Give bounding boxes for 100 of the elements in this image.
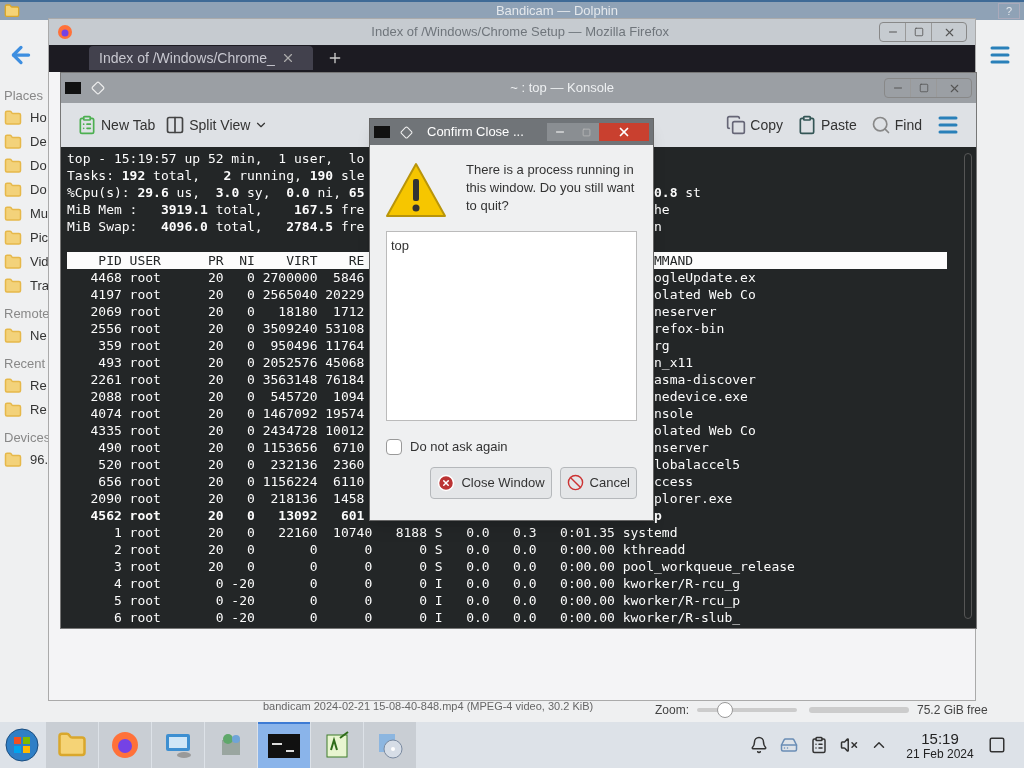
terminal-text: MiB Swap: 4096.0 total, 2784.5 fre [67,218,365,235]
sidebar-section-header: Places [4,87,45,105]
folder-icon [4,205,22,223]
terminal-text: olated Web Co [654,422,756,439]
pin-icon[interactable] [400,125,413,139]
terminal-text: nedevice.exe [654,388,748,405]
toolbar-button[interactable]: Paste [796,114,857,136]
list-item[interactable]: top [391,236,632,256]
window-title: Index of /Windows/Chrome Setup — Mozilla Firefox [371,23,669,42]
notification-bell-icon[interactable] [750,736,768,754]
terminal-text: p [654,507,662,524]
sidebar-item[interactable]: Re [30,400,47,420]
sidebar-item[interactable]: Ho [30,108,47,128]
terminal-text: 3 root 20 0 0 0 0 S 0.0 0.0 0:00.00 pool_workqueue_release [112,558,795,575]
sidebar-section-header: Remote [4,305,48,323]
terminal-text: ccess [654,473,694,490]
new-tab-icon [77,115,97,135]
maximize-icon[interactable] [913,27,924,37]
sidebar-item[interactable]: Ne [30,326,47,346]
copy-icon [726,115,747,135]
toolbar-button[interactable]: New Tab [77,114,156,136]
terminal-text: plorer.exe [654,490,733,507]
new-tab-icon[interactable] [327,50,343,66]
terminal-text: nserver [654,439,709,456]
terminal-text: rg [654,337,670,354]
checkbox[interactable] [386,438,402,455]
minimize-button[interactable] [547,123,573,141]
free-space-text: 75.2 GiB free [917,702,988,718]
toolbar-button[interactable]: Find [870,114,922,136]
folder-icon [4,3,20,19]
browser-icon [57,24,73,40]
browser-tab[interactable]: Index of /Windows/Chrome_ [89,46,313,70]
folder-icon [4,277,22,295]
column-headers: MMAND [654,252,694,269]
close-icon [437,473,456,492]
start-menu-icon[interactable] [4,727,40,763]
taskbar-app-button[interactable] [258,722,310,768]
sidebar-item[interactable]: Tra [30,276,50,296]
terminal-text: 490 root 20 0 1153656 6710 [97,439,365,456]
terminal-text: MiB Mem : 3919.1 total, 167.5 fre [67,201,365,218]
sidebar-item[interactable]: Do [30,156,47,176]
toolbar-button[interactable]: Split View [165,114,269,136]
window-title: Bandicam — Dolphin [495,2,618,21]
sidebar-item[interactable]: Vid [30,252,49,272]
zoom-label: Zoom: [655,702,689,718]
close-icon [617,125,631,139]
sidebar-item[interactable]: Mu [30,204,49,224]
pin-icon[interactable] [91,81,105,95]
terminal-text: ogleUpdate.ex [654,269,756,286]
dialog-message: There is a process running in this window. Do you still want to quit? [466,161,636,215]
folder-icon [4,327,22,345]
tab-title: Index of /Windows/Chrome_ [99,50,275,66]
terminal-text: 2556 root 20 0 3509240 53108 [89,320,365,337]
folder-icon [4,451,22,469]
sidebar-section-header: Devices [4,429,48,447]
cancel-icon [566,474,584,491]
sidebar-item[interactable]: Do [30,180,47,200]
terminal-text: top - 15:19:57 up 52 min, 1 user, lo [67,150,365,167]
split-view-icon [165,115,186,135]
terminal-text: lobalaccel5 [654,456,741,473]
terminal-text: he [654,201,670,218]
terminal-text: 4 root 0 -20 0 0 0 I 0.0 0.0 0:00.00 kworker/R-rcu_g [112,575,741,592]
zoom-slider[interactable] [697,702,797,718]
toolbar-button[interactable]: Copy [726,114,783,136]
terminal-text: n [654,218,662,235]
terminal-text: refox-bin [654,320,725,337]
terminal-text: 493 root 20 0 2052576 45068 [97,354,365,371]
terminal-text: 6 root 0 -20 0 0 0 I 0.0 0.0 0:00.00 kworker/R-slub_ [112,609,741,626]
terminal-text: 4197 root 20 0 2565040 20229 [89,286,365,303]
terminal-text: 2069 root 20 0 18180 1712 [89,303,365,320]
dialog-title: Confirm Close ... [427,123,524,142]
terminal-text: 4335 root 20 0 2434728 10012 [89,422,365,439]
terminal-text: 2090 root 20 0 218136 1458 [89,490,365,507]
slider-thumb[interactable] [717,702,733,718]
terminal-text: 359 root 20 0 950496 11764 [97,337,365,354]
terminal-text: 520 root 20 0 232136 2360 [97,456,365,473]
terminal-text: olated Web Co [654,286,756,303]
clock[interactable]: 15:19 21 Feb 2024 [900,729,980,761]
terminal-text: nsole [654,405,694,422]
dialog-button[interactable]: Cancel [559,466,637,499]
device-icon[interactable] [780,736,798,754]
terminal-text: asma-discover [654,371,756,388]
sidebar-item[interactable]: Pic [30,228,49,248]
terminal-text: 4074 root 20 0 1467092 19574 [89,405,365,422]
terminal-text: 5 root 0 -20 0 0 0 I 0.0 0.0 0:00.00 kworker/R-rcu_p [112,592,741,609]
muted-speaker-icon[interactable] [840,736,858,754]
terminal-text: 4468 root 20 0 2700000 5846 [89,269,365,286]
folder-icon [4,109,22,127]
maximize-icon[interactable] [918,83,929,93]
close-button[interactable] [599,123,649,141]
clipboard-icon[interactable] [810,736,828,754]
sidebar-item[interactable]: 96. [30,450,49,470]
folder-icon [4,229,22,247]
sidebar-item[interactable]: De [30,132,47,152]
search-icon [870,115,891,135]
maximize-icon [581,127,591,137]
show-desktop-icon[interactable] [988,736,1006,754]
browser-icon [110,730,140,760]
sidebar-item[interactable]: Re [30,376,47,396]
dialog-button[interactable]: Close Window [430,466,552,499]
